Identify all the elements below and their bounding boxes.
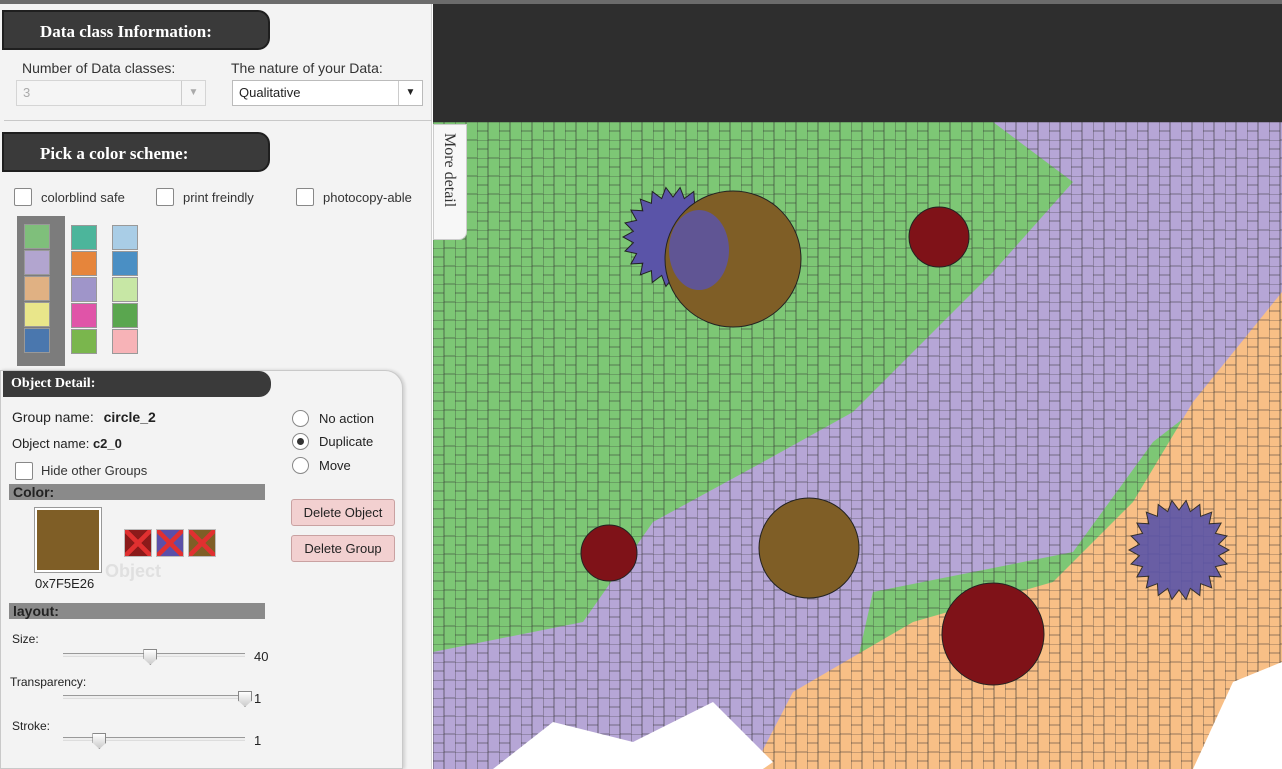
- photocopy-label: photocopy-able: [323, 190, 412, 205]
- nature-label: The nature of your Data:: [231, 60, 383, 76]
- size-label: Size:: [12, 632, 39, 646]
- scheme-swatch: [71, 251, 97, 276]
- top-toolbar-area: [433, 4, 1282, 122]
- color-scheme-option[interactable]: [112, 225, 140, 355]
- divider: [4, 120, 432, 121]
- stroke-slider-thumb[interactable]: [92, 733, 107, 749]
- action-radio-duplicate[interactable]: [292, 433, 309, 450]
- color-scheme-option[interactable]: [17, 216, 65, 366]
- map-svg[interactable]: [433, 122, 1282, 769]
- chevron-down-icon: ▼: [181, 81, 205, 105]
- transparency-value: 1: [254, 691, 262, 706]
- scheme-swatch: [24, 224, 50, 249]
- photocopy-checkbox[interactable]: [296, 188, 314, 206]
- scheme-swatch: [112, 277, 138, 302]
- scheme-swatch: [24, 328, 50, 353]
- object-name-value: c2_0: [92, 436, 122, 451]
- nature-select[interactable]: Qualitative ▼: [232, 80, 423, 106]
- object-name-row: Object name: c2_0: [12, 436, 122, 451]
- color-option-swatch[interactable]: [188, 529, 216, 557]
- delete-group-button[interactable]: Delete Group: [291, 535, 395, 562]
- color-scheme-header: Pick a color scheme:: [2, 132, 270, 172]
- scheme-swatch: [71, 277, 97, 302]
- group-name-value: circle_2: [103, 409, 156, 425]
- stroke-label: Stroke:: [12, 719, 51, 733]
- scheme-swatch: [112, 225, 138, 250]
- object-detail-panel: Object Object Detail: Group name: circle…: [0, 370, 403, 769]
- color-option-swatch[interactable]: [156, 529, 184, 557]
- num-classes-value: 3: [23, 85, 31, 100]
- num-classes-label: Number of Data classes:: [22, 60, 176, 76]
- scheme-swatch: [112, 329, 138, 354]
- color-hex: 0x7F5E26: [35, 576, 95, 591]
- scheme-swatch: [24, 250, 50, 275]
- size-value: 40: [254, 649, 269, 664]
- circle-marker[interactable]: [941, 582, 1045, 686]
- ghost-object-text: Object: [105, 561, 162, 581]
- scheme-swatch: [71, 225, 97, 250]
- group-name-label: Group name:: [12, 409, 94, 425]
- print-friendly-label: print freindly: [183, 190, 254, 205]
- object-detail-header: Object Detail:: [3, 371, 271, 397]
- group-name-row: Group name: circle_2: [12, 409, 156, 425]
- object-name-label: Object name:: [12, 436, 90, 451]
- overlap-marker: [669, 210, 729, 290]
- scheme-swatch: [112, 251, 138, 276]
- color-scheme-option[interactable]: [71, 225, 99, 355]
- scheme-swatch: [24, 276, 50, 301]
- circle-marker[interactable]: [758, 497, 860, 599]
- hide-groups-label: Hide other Groups: [41, 463, 148, 478]
- circle-marker[interactable]: [908, 206, 970, 268]
- scheme-swatch: [71, 329, 97, 354]
- data-class-header: Data class Information:: [2, 10, 270, 50]
- stroke-slider-track[interactable]: [63, 737, 245, 741]
- transparency-slider-thumb[interactable]: [238, 691, 252, 707]
- action-label-no-action: No action: [319, 411, 374, 426]
- action-label-duplicate: Duplicate: [319, 434, 374, 449]
- map-canvas[interactable]: [433, 122, 1282, 769]
- nature-value: Qualitative: [239, 85, 301, 100]
- current-color-swatch[interactable]: [34, 507, 102, 573]
- scheme-swatch: [112, 303, 138, 328]
- more-detail-label: More detail: [441, 133, 458, 208]
- chevron-down-icon: ▼: [398, 81, 422, 105]
- delete-object-button[interactable]: Delete Object: [291, 499, 395, 526]
- color-option-swatch[interactable]: [124, 529, 152, 557]
- colorblind-safe-label: colorblind safe: [41, 190, 125, 205]
- action-label-move: Move: [319, 458, 351, 473]
- county-borders: [433, 122, 1282, 769]
- more-detail-tab[interactable]: More detail: [433, 124, 467, 240]
- circle-marker[interactable]: [580, 524, 638, 582]
- action-radio-no-action[interactable]: [292, 410, 309, 427]
- size-slider-thumb[interactable]: [143, 649, 158, 665]
- scheme-swatch: [71, 303, 97, 328]
- color-section-bar: Color:: [9, 484, 265, 500]
- action-radio-move[interactable]: [292, 457, 309, 474]
- layout-section-bar: layout:: [9, 603, 265, 619]
- print-friendly-checkbox[interactable]: [156, 188, 174, 206]
- colorblind-safe-checkbox[interactable]: [14, 188, 32, 206]
- transparency-slider-track[interactable]: [63, 695, 245, 699]
- transparency-label: Transparency:: [10, 675, 87, 689]
- scheme-swatch: [24, 302, 50, 327]
- hide-groups-checkbox[interactable]: [15, 462, 33, 480]
- num-classes-select[interactable]: 3 ▼: [16, 80, 206, 106]
- stroke-value: 1: [254, 733, 262, 748]
